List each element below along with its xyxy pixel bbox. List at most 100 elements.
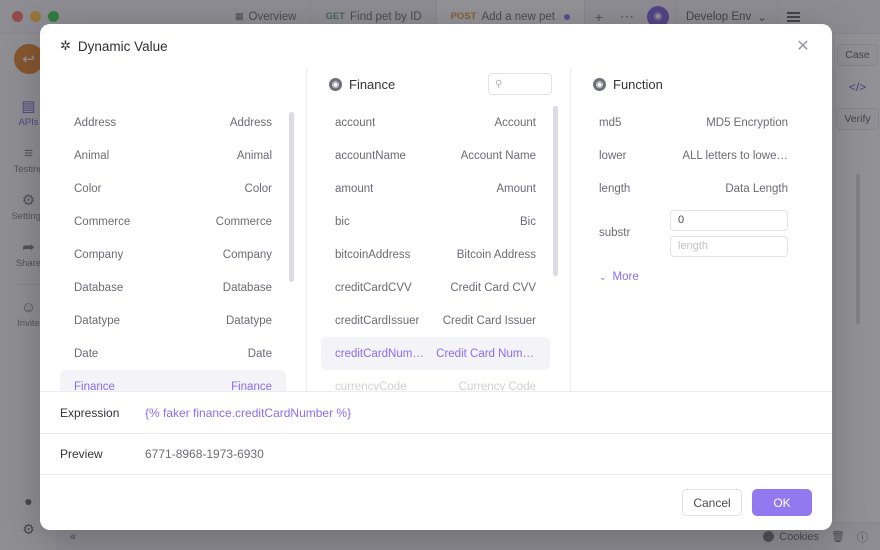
item-value: Finance [231,380,272,392]
item-key: bic [335,215,350,228]
field-column: ◉ Finance ⚲ account Account accountName … [306,68,560,391]
category-scrollbar[interactable] [289,112,294,282]
substr-fields [670,209,788,257]
item-value: Credit Card CVV [450,281,536,294]
field-search[interactable]: ⚲ [488,73,552,95]
cancel-button[interactable]: Cancel [682,489,742,516]
function-column-header: ◉ Function [585,68,812,106]
more-functions-button[interactable]: ⌄ More [585,261,802,293]
category-column: Address Address Animal Animal Color Colo… [60,68,296,391]
item-value: Company [222,248,272,261]
list-item[interactable]: Commerce Commerce [60,205,286,238]
item-value: Amount [496,182,536,195]
search-icon: ⚲ [495,78,503,90]
item-key: Date [74,347,99,360]
item-key: bitcoinAddress [335,248,411,261]
list-item[interactable]: bitcoinAddress Bitcoin Address [321,238,550,271]
function-list-wrapper: md5 MD5 Encryption lower ALL letters to … [585,106,812,391]
list-item[interactable]: accountName Account Name [321,139,550,172]
function-column-title: Function [613,76,663,92]
item-key: account [335,116,376,129]
page-title: ✲ Dynamic Value [60,38,168,54]
dynamic-value-dialog: ✲ Dynamic Value ✕ Address Address Animal… [40,24,832,530]
field-column-title: Finance [349,76,396,92]
item-value: Bic [520,215,536,228]
item-value: Datatype [225,314,272,327]
list-item[interactable]: lower ALL letters to lowe… [585,139,802,172]
item-value: ALL letters to lowe… [682,149,788,162]
list-item[interactable]: amount Amount [321,172,550,205]
category-list-wrapper: Address Address Animal Animal Color Colo… [60,106,296,391]
list-item[interactable]: Datatype Datatype [60,304,286,337]
field-scrollbar[interactable] [553,106,558,276]
item-key: md5 [599,116,622,129]
field-list-wrapper: account Account accountName Account Name… [321,106,560,391]
expression-row: Expression {% faker finance.creditCardNu… [40,392,832,433]
category-list: Address Address Animal Animal Color Colo… [60,106,296,391]
item-key: Company [74,248,124,261]
list-item[interactable]: creditCardCVV Credit Card CVV [321,271,550,304]
list-item[interactable]: Animal Animal [60,139,286,172]
item-key: length [599,182,631,195]
function-list: md5 MD5 Encryption lower ALL letters to … [585,106,812,293]
item-value: Account [494,116,536,129]
close-icon[interactable]: ✕ [792,35,814,57]
list-item[interactable]: md5 MD5 Encryption [585,106,802,139]
item-key: Color [74,182,102,195]
item-value: Currency Code [458,380,536,392]
item-value: Bitcoin Address [456,248,536,261]
category-column-header [60,68,296,106]
item-key: creditCardNumber [335,347,427,360]
item-value: Data Length [725,182,788,195]
list-item[interactable]: length Data Length [585,172,802,205]
item-value: Database [222,281,272,294]
dialog-title-text: Dynamic Value [77,38,168,54]
list-item[interactable]: Address Address [60,106,286,139]
item-key: creditCardIssuer [335,314,420,327]
substr-length-input[interactable] [670,235,788,257]
item-key: Finance [74,380,115,392]
category-icon: ◉ [329,77,342,91]
list-item[interactable]: bic Bic [321,205,550,238]
preview-row: Preview 6771-8968-1973-6930 [40,433,832,474]
substr-start-input[interactable] [670,209,788,231]
list-item[interactable]: currencyCode Currency Code [321,370,550,392]
item-value: Credit Card Number [436,347,536,360]
item-value: Animal [236,149,272,162]
expression-value[interactable]: {% faker finance.creditCardNumber %} [145,406,351,420]
field-column-header: ◉ Finance ⚲ [321,68,560,106]
search-input[interactable] [507,78,545,90]
item-key: Datatype [74,314,121,327]
list-item[interactable]: creditCardIssuer Credit Card Issuer [321,304,550,337]
list-item[interactable]: Database Database [60,271,286,304]
item-key: substr [599,227,631,239]
list-item[interactable]: Company Company [60,238,286,271]
item-value: Address [229,116,272,129]
magic-wand-icon: ✲ [60,38,71,53]
item-key: lower [599,149,627,162]
item-key: Database [74,281,124,294]
list-item[interactable]: account Account [321,106,550,139]
preview-value: 6771-8968-1973-6930 [145,447,264,461]
item-value: Date [247,347,272,360]
item-value: Credit Card Issuer [442,314,536,327]
item-value: Account Name [460,149,536,162]
dialog-footer: Cancel OK [40,474,832,530]
item-value: Commerce [215,215,272,228]
list-item[interactable]: Date Date [60,337,286,370]
expression-preview-section: Expression {% faker finance.creditCardNu… [40,391,832,474]
list-item[interactable]: Color Color [60,172,286,205]
list-item-substr[interactable]: substr [585,205,802,261]
item-key: Commerce [74,215,131,228]
item-key: Animal [74,149,110,162]
field-list: account Account accountName Account Name… [321,106,560,391]
list-item-finance-selected[interactable]: Finance Finance [60,370,286,391]
item-key: currencyCode [335,380,407,392]
preview-label: Preview [60,447,103,461]
list-item-credit-card-number-selected[interactable]: creditCardNumber Credit Card Number [321,337,550,370]
item-key: Address [74,116,117,129]
item-value: Color [244,182,272,195]
function-column: ◉ Function md5 MD5 Encryption lower ALL … [570,68,812,391]
item-value: MD5 Encryption [706,116,788,129]
ok-button[interactable]: OK [752,489,812,516]
